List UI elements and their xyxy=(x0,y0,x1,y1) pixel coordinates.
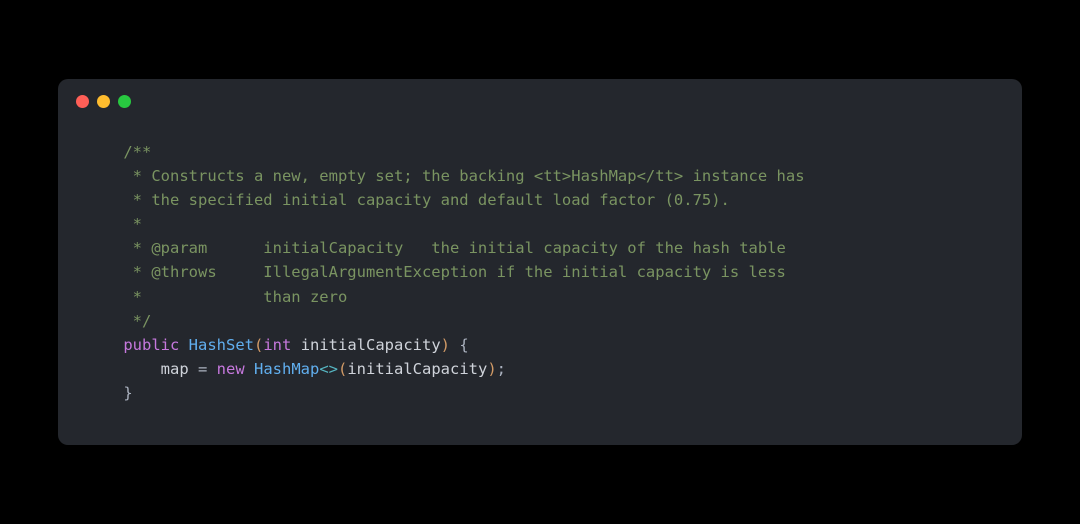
rparen: ) xyxy=(441,336,450,354)
keyword-int: int xyxy=(263,336,291,354)
code-window: /** * Constructs a new, empty set; the b… xyxy=(58,79,1022,444)
rbrace: } xyxy=(123,384,132,402)
comment-line: * xyxy=(86,215,142,233)
indent xyxy=(86,360,161,378)
window-titlebar xyxy=(58,79,1022,116)
maximize-icon[interactable] xyxy=(118,95,131,108)
comment-line: * @param initialCapacity the initial cap… xyxy=(86,239,786,257)
lparen: ( xyxy=(338,360,347,378)
keyword-new: new xyxy=(217,360,245,378)
indent xyxy=(86,384,123,402)
param-name: initialCapacity xyxy=(301,336,441,354)
space xyxy=(291,336,300,354)
space xyxy=(179,336,188,354)
space xyxy=(245,360,254,378)
minimize-icon[interactable] xyxy=(97,95,110,108)
indent xyxy=(86,336,123,354)
type-hashmap: HashMap xyxy=(254,360,319,378)
comment-line: * Constructs a new, empty set; the backi… xyxy=(86,167,805,185)
keyword-public: public xyxy=(123,336,179,354)
semi: ; xyxy=(497,360,506,378)
lbrace: { xyxy=(450,336,469,354)
comment-line: * than zero xyxy=(86,288,347,306)
code-content: /** * Constructs a new, empty set; the b… xyxy=(58,116,1022,444)
comment-line: /** xyxy=(86,143,151,161)
close-icon[interactable] xyxy=(76,95,89,108)
type-hashset: HashSet xyxy=(189,336,254,354)
param-ref: initialCapacity xyxy=(347,360,487,378)
lparen: ( xyxy=(254,336,263,354)
comment-line: * the specified initial capacity and def… xyxy=(86,191,730,209)
comment-line: * @throws IllegalArgumentException if th… xyxy=(86,263,786,281)
comment-line: */ xyxy=(86,312,151,330)
rparen: ) xyxy=(487,360,496,378)
ident-map: map xyxy=(161,360,189,378)
equals: = xyxy=(189,360,217,378)
generics: <> xyxy=(319,360,338,378)
